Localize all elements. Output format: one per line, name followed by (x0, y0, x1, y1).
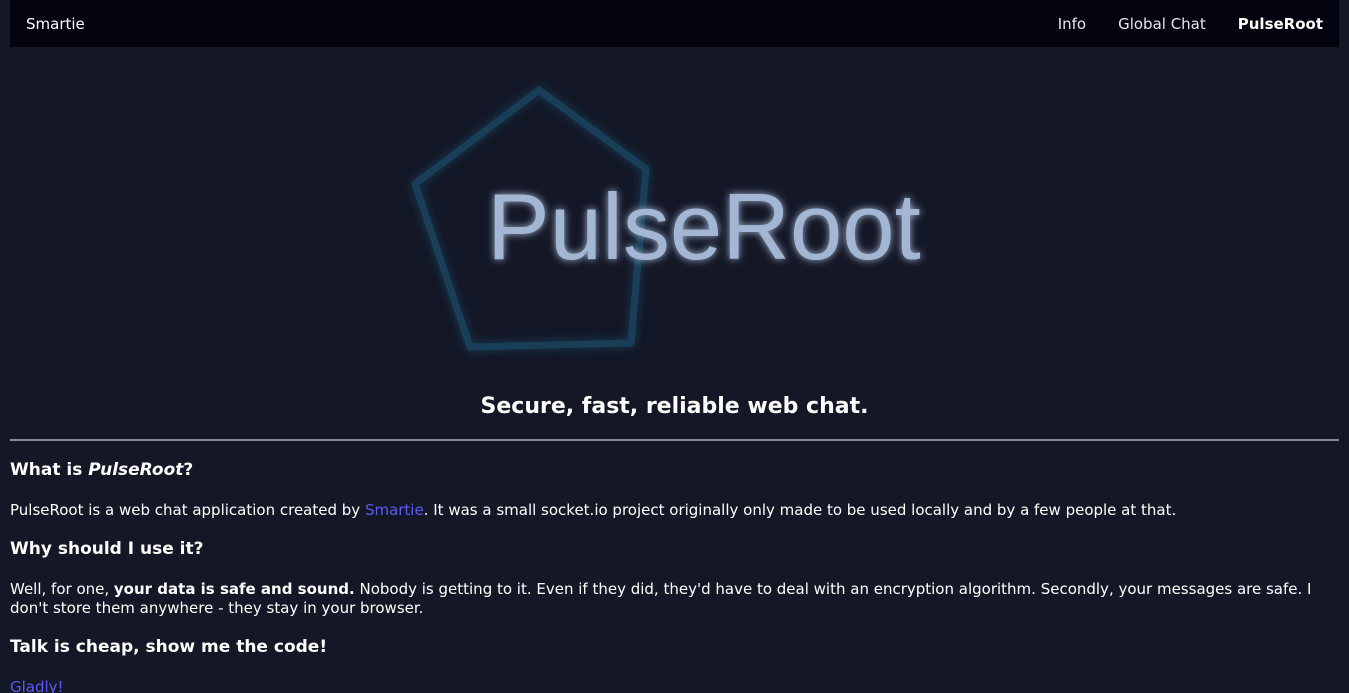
smartie-link[interactable]: Smartie (365, 501, 424, 519)
heading-what-is: What is PulseRoot? (10, 460, 194, 480)
paragraph-why: Well, for one, your data is safe and sou… (10, 580, 1312, 617)
brand-link[interactable]: Smartie (26, 15, 85, 33)
divider (10, 439, 1339, 441)
paragraph-what-is: PulseRoot is a web chat application crea… (10, 501, 1177, 519)
navbar: Smartie Info Global Chat PulseRoot (10, 0, 1339, 47)
logo-text: PulseRoot (487, 174, 921, 279)
page: Smartie Info Global Chat PulseRoot Pulse… (0, 0, 1349, 693)
heading-why: Why should I use it? (10, 539, 204, 559)
heading-code: Talk is cheap, show me the code! (10, 637, 328, 657)
tagline: Secure, fast, reliable web chat. (480, 394, 869, 419)
nav-links: Info Global Chat PulseRoot (1026, 15, 1323, 33)
nav-link-global-chat[interactable]: Global Chat (1118, 15, 1206, 33)
gladly-link[interactable]: Gladly! (10, 678, 64, 693)
pulseroot-logo: PulseRoot (411, 86, 921, 351)
nav-link-pulseroot[interactable]: PulseRoot (1238, 15, 1323, 33)
paragraph-code: Gladly! (10, 678, 1339, 693)
nav-link-info[interactable]: Info (1058, 15, 1086, 33)
hero-logo: PulseRoot (10, 47, 1339, 377)
